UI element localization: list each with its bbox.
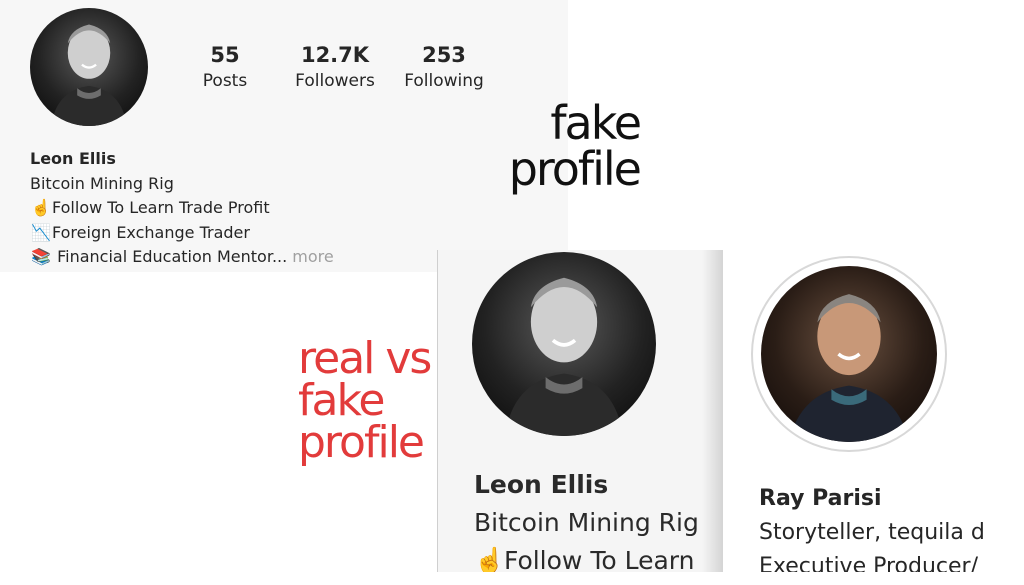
following-label: Following (404, 71, 484, 91)
books-icon: 📚 (31, 247, 51, 266)
bio-line: 📉Foreign Exchange Trader (30, 221, 334, 246)
bio-text: Bitcoin Mining Rig (30, 173, 174, 193)
person-photo-icon (789, 294, 909, 442)
profile-name: Leon Ellis (30, 149, 116, 168)
following-count: 253 (422, 43, 466, 67)
profile-name: Ray Parisi (759, 486, 882, 511)
fake-profile-avatar[interactable] (472, 252, 656, 436)
bio-line: Bitcoin Mining Rig (474, 508, 699, 537)
posts-count: 55 (210, 43, 240, 67)
real-profile-bio: Ray Parisi Storyteller, tequila d Execut… (759, 482, 985, 572)
bio-line: 📚 Financial Education Mentor... more (30, 245, 334, 270)
bio-text: Financial Education Mentor... (57, 247, 288, 266)
followers-stat[interactable]: 12.7K Followers (286, 42, 384, 94)
following-stat[interactable]: 253 Following (398, 42, 490, 94)
real-profile-zoom-panel: Ray Parisi Storyteller, tequila d Execut… (723, 250, 1013, 572)
followers-count: 12.7K (300, 43, 370, 67)
bio-line: ☝️ Follow To Learn (474, 542, 699, 572)
followers-label: Followers (295, 71, 375, 91)
person-photo-icon (505, 277, 623, 436)
profile-name: Leon Ellis (474, 470, 609, 499)
chart-decreasing-icon: 📉 (31, 222, 51, 242)
person-photo-icon (51, 24, 127, 126)
fake-profile-bio: Leon Ellis Bitcoin Mining Rig ☝️ Follow … (474, 466, 699, 572)
real-profile-avatar[interactable] (761, 266, 937, 442)
profile-avatar[interactable] (30, 8, 148, 126)
bio-text: Foreign Exchange Trader (52, 222, 250, 242)
fake-profile-caption: fake profile (480, 96, 642, 196)
profile-bio: Leon Ellis Bitcoin Mining Rig ☝️Follow T… (30, 147, 334, 270)
more-link[interactable]: more (292, 247, 333, 266)
caption-line: profile (508, 142, 642, 196)
bio-text: Follow To Learn Trade Profit (52, 198, 270, 217)
pointing-finger-icon: ☝️ (31, 198, 51, 217)
bio-line: Executive Producer/ (759, 554, 979, 572)
pointing-finger-icon: ☝️ (474, 546, 506, 572)
bio-text: Follow To Learn (503, 546, 695, 572)
bio-line: Storyteller, tequila d (759, 520, 985, 545)
bio-line: Bitcoin Mining Rig (30, 172, 334, 197)
fake-profile-zoom-panel: Leon Ellis Bitcoin Mining Rig ☝️ Follow … (437, 250, 724, 572)
bio-line: ☝️Follow To Learn Trade Profit (30, 196, 334, 221)
caption-line: fake (550, 96, 642, 150)
posts-label: Posts (202, 71, 248, 91)
posts-stat[interactable]: 55 Posts (186, 42, 264, 94)
